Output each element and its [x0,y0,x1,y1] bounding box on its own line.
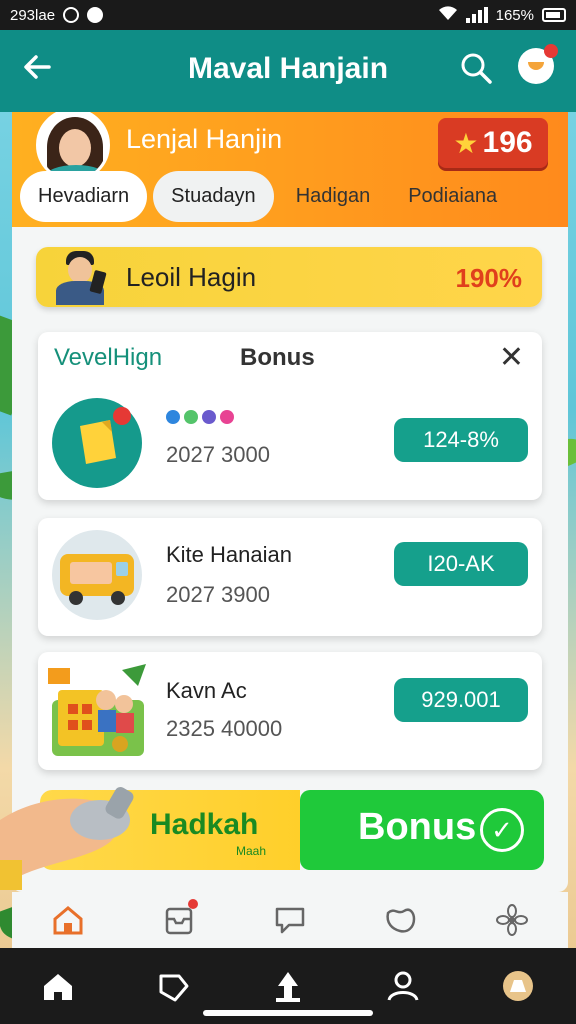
app-bottom-nav [12,892,568,948]
bonus-left-small: Maah [236,844,267,858]
tab-podiaiana[interactable]: Podiaiana [392,171,513,222]
item-pill-button[interactable]: 124-8% [394,418,528,462]
hand-illustration [0,780,140,890]
app-bar: Maval Hanjain [0,30,576,112]
list-item[interactable]: 2027 3000 124-8% [38,392,542,492]
item-sub: 2027 3900 [166,582,270,607]
home-icon[interactable] [51,903,85,937]
main-panel: Lenjal Hanjin ★ 196 Hevadiarn Stuadayn H… [12,112,568,892]
bonus-button[interactable]: Bonus ✓ [300,790,544,870]
signal-icon [465,7,488,23]
app-status-icon [87,7,104,23]
tab-hevadiarn[interactable]: Hevadiarn [20,170,148,222]
home-indicator[interactable] [203,1010,373,1016]
level-percent: 190% [455,263,523,293]
battery-percent: 165% [495,6,534,24]
sticky-note-icon [52,398,142,488]
bonus-button-label: Bonus [358,806,477,848]
level-label: Leoil Hagin [126,262,257,292]
score-badge[interactable]: ★ 196 [438,118,548,168]
user-name: Lenjal Hanjin [126,124,283,154]
bonus-card: VevelHign Bonus ✕ 2027 3000 124-8% [38,332,542,500]
gift-bag-icon [48,660,148,760]
notification-icon [63,7,80,23]
shop-icon[interactable] [500,968,536,1004]
profile-header: Lenjal Hanjin ★ 196 Hevadiarn Stuadayn H… [12,112,568,227]
wifi-icon [438,5,458,25]
map-icon[interactable] [384,903,418,937]
upload-icon[interactable] [270,968,306,1004]
item-sub: 2027 3000 [166,442,270,467]
search-icon[interactable] [460,52,492,84]
bonus-heading: Bonus [240,344,315,371]
level-bar[interactable]: Leoil Hagin 190% [36,247,542,307]
score-value: 196 [482,126,533,159]
inbox-icon[interactable] [162,899,198,937]
list-item[interactable]: Kavn Ac 2325 40000 929.001 [38,652,542,770]
check-icon: ✓ [480,808,524,852]
close-icon[interactable]: ✕ [499,340,524,375]
chat-icon[interactable] [273,903,307,937]
home-icon[interactable] [40,968,76,1004]
item-pill-button[interactable]: 929.001 [394,678,528,722]
bus-icon [52,530,142,620]
tab-bar: Hevadiarn Stuadayn Hadigan Podiaiana [20,168,519,224]
status-time: 293lae [10,6,56,24]
item-sub: 2325 40000 [166,716,283,741]
bonus-brand: VevelHign [54,344,163,371]
person-avatar [52,249,108,305]
item-pill-button[interactable]: I20-AK [394,542,528,586]
item-title: Kavn Ac [166,678,247,703]
profile-icon[interactable] [385,968,421,1004]
flower-icon[interactable] [495,903,529,937]
tab-stuadayn[interactable]: Stuadayn [153,170,274,222]
mascot-chat-icon[interactable] [518,44,558,84]
star-icon: ★ [453,127,479,159]
tab-hadigan[interactable]: Hadigan [280,171,387,222]
status-bar: 293lae 165% [0,0,576,30]
item-title: Kite Hanaian [166,542,292,567]
list-item[interactable]: Kite Hanaian 2027 3900 I20-AK [38,518,542,636]
tag-icon[interactable] [155,968,191,1004]
battery-icon [542,8,566,22]
bonus-left-label: Hadkah [150,808,259,841]
color-dots [166,410,234,424]
